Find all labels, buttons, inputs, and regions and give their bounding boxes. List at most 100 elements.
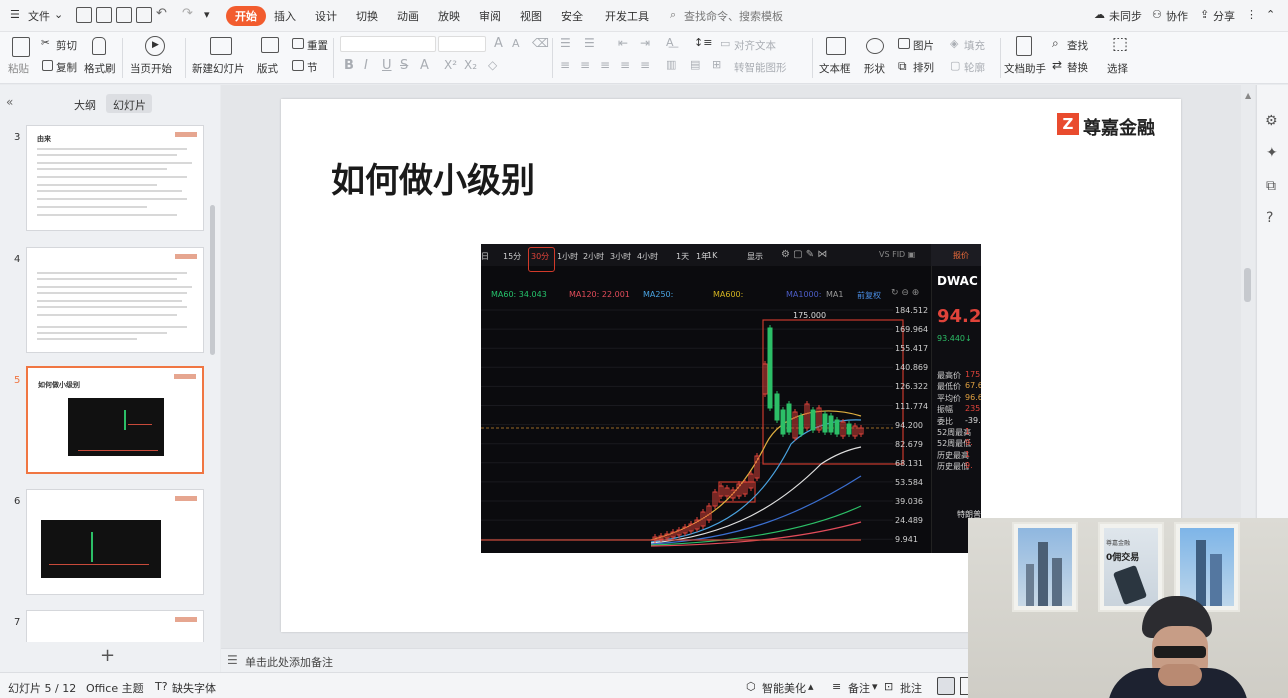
slide-thumbnail-6[interactable] [26, 489, 204, 595]
collapse-ribbon-icon[interactable]: ⌃ [1266, 8, 1275, 21]
tab-slideshow[interactable]: 放映 [438, 8, 460, 24]
line-spacing-icon[interactable]: ↕≡ [694, 36, 712, 49]
copy-style-icon[interactable]: ⧉ [1266, 178, 1276, 194]
collapse-panel-icon[interactable]: « [6, 95, 13, 109]
distribute-icon[interactable]: ≡ [640, 58, 650, 72]
panel-scrollbar[interactable] [210, 205, 215, 355]
paste-icon[interactable] [12, 37, 30, 57]
tab-review[interactable]: 审阅 [479, 8, 501, 24]
tab-view[interactable]: 视图 [520, 8, 542, 24]
tab-developer[interactable]: 开发工具 [605, 8, 649, 24]
share-icon[interactable]: ⇪ [1200, 8, 1209, 21]
search-command[interactable]: 查找命令、搜索模板 [684, 8, 783, 24]
text-direction-icon[interactable]: A͟ [666, 36, 674, 49]
redo-icon[interactable]: ↷ [182, 6, 193, 21]
slide-thumbnail-7[interactable] [26, 610, 204, 642]
export-pdf-icon[interactable] [96, 7, 112, 23]
italic-icon[interactable]: I [364, 58, 368, 73]
scissors-icon[interactable]: ✂ [41, 37, 50, 49]
copy-button[interactable]: 复制 [56, 60, 77, 75]
sync-status[interactable]: 未同步 [1109, 8, 1142, 24]
columns-icon[interactable]: ▥ [666, 58, 676, 71]
tab-animation[interactable]: 动画 [397, 8, 419, 24]
layout-button[interactable]: 版式 [257, 61, 278, 76]
sorter-view-icon[interactable] [960, 677, 968, 695]
bullets-icon[interactable]: ☰ [560, 36, 571, 50]
decrease-font-icon[interactable]: A [512, 37, 520, 50]
print-icon[interactable] [116, 7, 132, 23]
arrange-button[interactable]: 排列 [913, 60, 934, 75]
slide-thumbnail-4[interactable] [26, 247, 204, 353]
section-button[interactable]: 节 [307, 60, 318, 75]
copy-icon[interactable] [42, 60, 53, 71]
new-slide-icon[interactable] [210, 37, 232, 55]
indent-increase-icon[interactable]: ⇥ [640, 36, 650, 50]
format-painter-button[interactable]: 格式刷 [84, 61, 116, 76]
collab-button[interactable]: 协作 [1166, 8, 1188, 24]
clear-format-icon[interactable]: ⌫ [532, 36, 549, 50]
share-button[interactable]: 分享 [1213, 8, 1235, 24]
reset-button[interactable]: 重置 [307, 38, 328, 53]
format-painter-icon[interactable] [92, 37, 106, 55]
search-icon[interactable]: ⌕ [670, 8, 676, 22]
undo-icon[interactable]: ↶ [156, 6, 167, 21]
justify-icon[interactable]: ≡ [620, 58, 630, 72]
more-icon[interactable]: ⋮ [1246, 8, 1257, 21]
normal-view-icon[interactable] [937, 677, 955, 695]
outline-button[interactable]: 轮廓 [964, 60, 985, 75]
comment-button[interactable]: 批注 [900, 680, 922, 696]
beautify-button[interactable]: 智能美化 [762, 680, 806, 696]
replace-icon[interactable]: ⇄ [1052, 58, 1062, 72]
cloud-icon[interactable]: ☁ [1094, 8, 1105, 21]
align-left-icon[interactable]: ≡ [560, 58, 570, 72]
chevron-down-icon[interactable]: ⌄ [54, 8, 63, 21]
indent-decrease-icon[interactable]: ⇤ [618, 36, 628, 50]
slide-title[interactable]: 如何做小级别 [331, 153, 535, 202]
add-slide-icon[interactable]: + [100, 645, 115, 666]
align-center-icon[interactable]: ≡ [580, 58, 590, 72]
help-icon[interactable]: ? [1266, 210, 1273, 226]
strikethrough-icon[interactable]: S [400, 58, 408, 73]
find-button[interactable]: 查找 [1067, 38, 1088, 53]
select-button[interactable]: 选择 [1107, 61, 1128, 76]
cut-button[interactable]: 剪切 [56, 38, 77, 53]
notes-placeholder[interactable]: 单击此处添加备注 [245, 654, 333, 670]
save-icon[interactable] [76, 7, 92, 23]
settings-sliders-icon[interactable]: ⚙ [1265, 113, 1278, 129]
section-icon[interactable] [292, 60, 304, 71]
new-slide-button[interactable]: 新建幻灯片 [192, 61, 245, 76]
tab-design[interactable]: 设计 [315, 8, 337, 24]
increase-font-icon[interactable]: A [494, 36, 503, 51]
hamburger-icon[interactable]: ☰ [10, 8, 20, 21]
arrange-icon[interactable]: ⧉ [898, 59, 907, 74]
font-size-select[interactable] [438, 36, 486, 52]
tab-security[interactable]: 安全 [561, 8, 583, 24]
user-icon[interactable]: ⚇ [1152, 8, 1162, 21]
picture-icon[interactable] [898, 38, 910, 49]
fill-button[interactable]: 填充 [964, 38, 985, 53]
align-right-icon[interactable]: ≡ [600, 58, 610, 72]
doc-helper-button[interactable]: 文档助手 [1004, 61, 1046, 76]
bold-icon[interactable]: B [344, 58, 354, 73]
picture-button[interactable]: 图片 [913, 38, 934, 53]
align-text-icon[interactable]: ▭ [720, 37, 730, 50]
missing-font-button[interactable]: 缺失字体 [172, 680, 216, 696]
font-color-icon[interactable]: A [420, 58, 429, 73]
outline-icon[interactable]: ▢ [950, 59, 960, 72]
textbox-button[interactable]: 文本框 [819, 61, 851, 76]
shape-icon[interactable] [866, 38, 884, 54]
reset-icon[interactable] [292, 38, 304, 49]
textbox-icon[interactable] [826, 37, 846, 55]
superscript-icon[interactable]: X² [444, 58, 457, 72]
shape-button[interactable]: 形状 [864, 61, 885, 76]
file-menu[interactable]: 文件 [28, 8, 50, 24]
align-text-button[interactable]: 对齐文本 [734, 38, 776, 53]
underline-icon[interactable]: U [382, 58, 392, 73]
print-preview-icon[interactable] [136, 7, 152, 23]
layout-icon[interactable] [261, 37, 279, 53]
tab-insert[interactable]: 插入 [274, 8, 296, 24]
to-smartart-button[interactable]: 转智能图形 [734, 60, 787, 75]
numbering-icon[interactable]: ☰ [584, 36, 595, 50]
pin-icon[interactable]: ✦ [1266, 145, 1278, 161]
slide-thumbnail-5[interactable]: 如何做小级别 [26, 366, 204, 474]
